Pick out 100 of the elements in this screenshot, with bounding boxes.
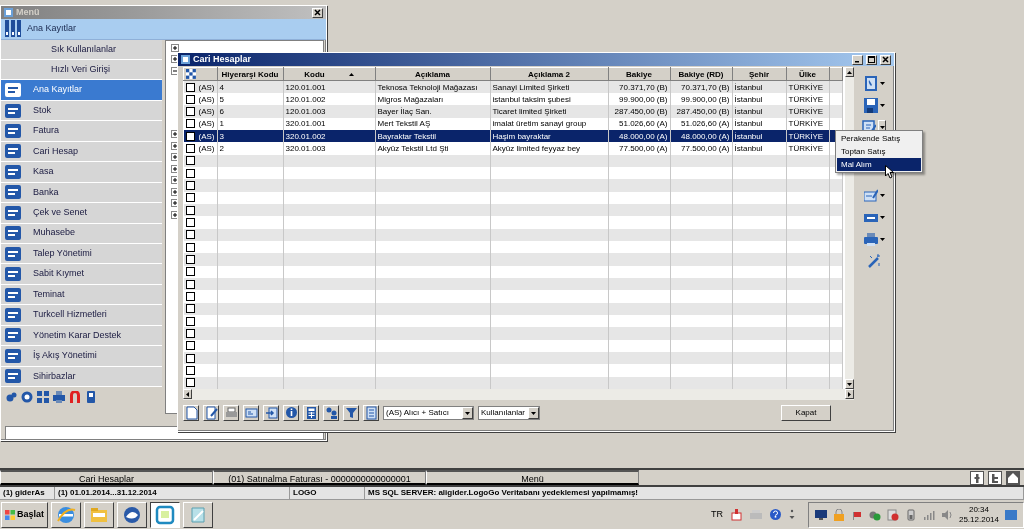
checkbox[interactable] (185, 94, 195, 104)
checkbox[interactable] (185, 82, 195, 92)
table-cell: 5 (219, 94, 224, 104)
table-cell: 51.026,60 (A) (681, 119, 730, 129)
menu-item[interactable]: Hızlı Veri Girişi (1, 60, 162, 81)
checkbox[interactable] (185, 267, 195, 277)
column-header[interactable]: Bakiye (608, 67, 670, 81)
checkbox[interactable] (185, 279, 195, 289)
column-header[interactable]: Ülke (786, 67, 829, 81)
menu-header[interactable]: Ana Kayıtlar (1, 19, 326, 40)
window-tab[interactable]: (01) Satınalma Faturası - 0000000000000001 (213, 470, 426, 485)
social-icon[interactable] (988, 470, 1002, 485)
caret-icon[interactable] (879, 82, 885, 85)
taskbar-button[interactable] (150, 501, 180, 528)
checkbox[interactable] (185, 254, 195, 264)
close-icon (882, 56, 889, 63)
show-desktop-icon[interactable] (1005, 509, 1017, 520)
scroll-down-button[interactable] (845, 379, 854, 389)
column-header[interactable] (183, 67, 217, 81)
checkbox[interactable] (185, 341, 195, 351)
checkbox[interactable] (185, 378, 195, 388)
checkbox[interactable] (185, 230, 195, 240)
checkbox[interactable] (185, 365, 195, 375)
column-header[interactable]: Kodu (283, 67, 375, 81)
column-header[interactable]: Bakiye (RD) (670, 67, 732, 81)
scroll-right-button[interactable] (845, 389, 854, 399)
menu-item[interactable]: Sihirbazlar (1, 366, 162, 387)
menu-item[interactable]: Talep Yönetimi (1, 243, 162, 265)
checkbox[interactable] (185, 304, 195, 314)
checkbox[interactable] (185, 217, 195, 227)
scroll-up-button[interactable] (845, 67, 854, 77)
window-tab[interactable]: Cari Hesaplar (0, 470, 213, 485)
checker-icon[interactable] (186, 69, 196, 80)
printer-icon[interactable] (53, 391, 65, 403)
scroll-left-button[interactable] (183, 389, 192, 399)
magnet-icon[interactable] (69, 391, 81, 403)
caret-icon[interactable] (879, 216, 885, 219)
caret-icon[interactable] (879, 194, 885, 197)
maximize-icon (868, 56, 875, 63)
close-button[interactable] (312, 7, 323, 18)
circle-icon[interactable] (21, 391, 33, 403)
social-icon[interactable] (970, 470, 984, 485)
checkbox[interactable] (185, 328, 195, 338)
close-button[interactable] (880, 54, 891, 65)
checkbox[interactable] (185, 242, 195, 252)
column-header[interactable]: Hiyerarşi Kodu (217, 67, 283, 81)
menu-item[interactable]: Stok (1, 100, 162, 122)
menu-item[interactable]: Cari Hesap (1, 141, 162, 163)
table-cell: 99.900,00 (B) (619, 94, 668, 104)
menu-item[interactable]: Muhasebe (1, 223, 162, 244)
maximize-button[interactable] (866, 54, 877, 65)
table-cell: 48.000,00 (A) (619, 131, 668, 141)
battery-icon[interactable] (904, 508, 917, 521)
grid-icon[interactable] (37, 391, 49, 403)
caret-icon[interactable] (879, 238, 885, 241)
menu-item[interactable]: Sabit Kıymet (1, 264, 162, 285)
language-indicator[interactable]: TR (710, 507, 723, 522)
phone-icon[interactable] (85, 391, 97, 403)
close-button[interactable]: Kapat (781, 405, 831, 421)
dropdown[interactable]: (AS) Alıcı + Satıcı (383, 406, 474, 420)
caret-icon[interactable] (879, 104, 885, 107)
start-button[interactable]: Başlat (1, 501, 48, 528)
checkbox[interactable] (185, 205, 195, 215)
window-tab[interactable]: Menü (426, 470, 639, 485)
checkbox[interactable] (185, 180, 195, 190)
checkbox[interactable] (185, 156, 195, 166)
minimize-button[interactable] (852, 54, 863, 65)
horizontal-scrollbar[interactable] (183, 389, 854, 400)
checkbox[interactable] (185, 168, 195, 178)
dropdown[interactable]: Kullanılanlar (478, 406, 540, 420)
menu-item[interactable]: Kasa (1, 162, 162, 183)
checkbox[interactable] (185, 106, 195, 116)
column-header[interactable]: Şehir (732, 67, 786, 81)
page-icon (184, 406, 198, 420)
menu-item[interactable]: Sık Kullanılanlar (1, 39, 162, 60)
checkbox[interactable] (185, 291, 195, 301)
checkbox[interactable] (185, 353, 195, 363)
menu-item[interactable]: Turkcell Hizmetleri (1, 305, 162, 326)
menu-item[interactable]: Teminat (1, 284, 162, 306)
menu-item[interactable]: Mal Alım (837, 158, 921, 171)
checkbox[interactable] (185, 193, 195, 203)
checkbox[interactable] (185, 316, 195, 326)
column-header[interactable]: Açıklama 2 (490, 67, 608, 81)
options-icon[interactable] (788, 509, 795, 520)
checkbox[interactable] (185, 143, 195, 153)
menu-item[interactable]: Fatura (1, 121, 162, 142)
menu-item[interactable]: Yönetim Karar Destek (1, 325, 162, 347)
help-icon[interactable] (769, 509, 781, 520)
toolbar-button[interactable] (863, 98, 878, 113)
checkbox[interactable] (185, 131, 195, 141)
menu-item[interactable]: İş Akış Yönetimi (1, 346, 162, 367)
checkbox[interactable] (185, 119, 195, 129)
menu-item[interactable]: Banka (1, 182, 162, 204)
expand-icon[interactable] (171, 43, 179, 52)
menu-item[interactable]: Çek ve Senet (1, 203, 162, 224)
monitor-icon[interactable] (814, 508, 827, 521)
home-icon[interactable] (1006, 470, 1020, 485)
menu-item[interactable]: Ana Kayıtlar (1, 80, 162, 101)
table-row[interactable]: (AS) 6 120.01.003 Bayer İlaç San. Ticaret limited Şirketi 287.450,00 (B) 287.450,00 (B) İstanbul TÜRKİYE (183, 105, 842, 118)
column-header[interactable]: Açıklama (375, 67, 490, 81)
